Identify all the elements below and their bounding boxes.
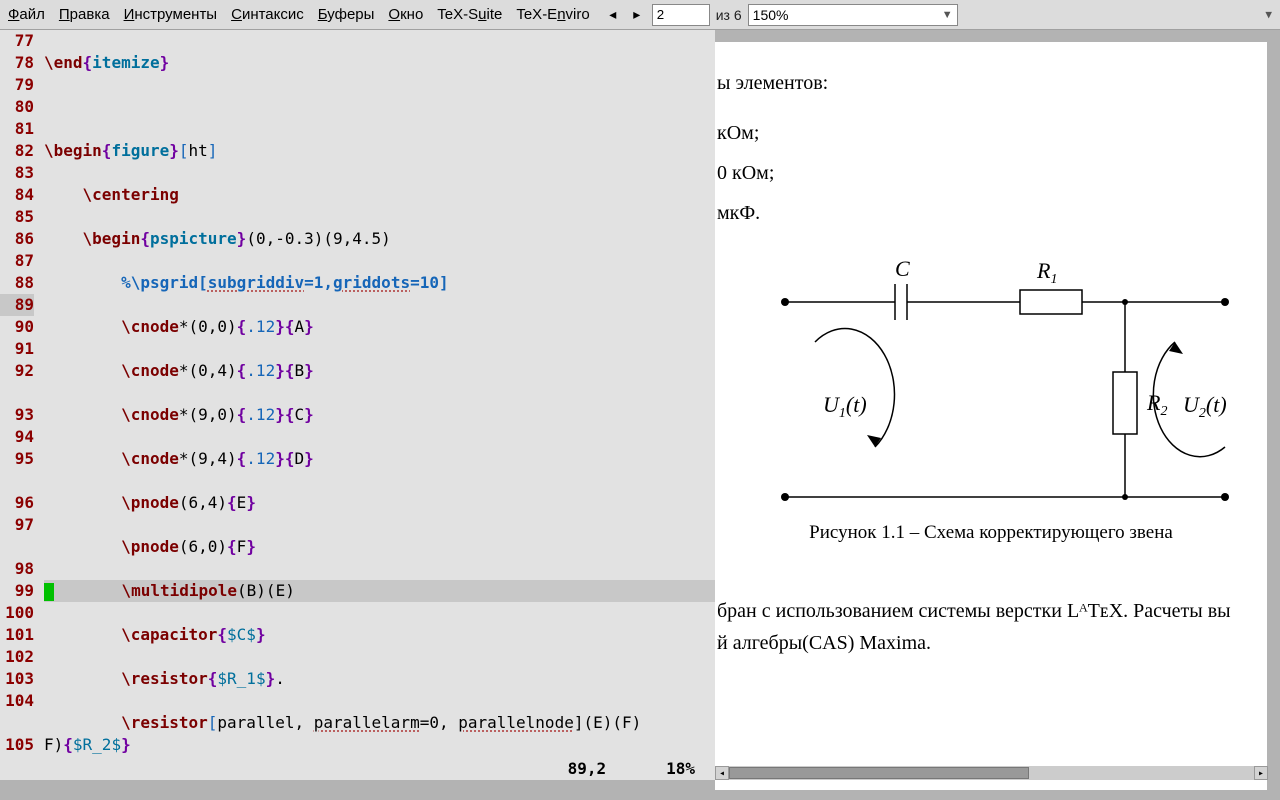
doc-text-line: ы элементов:	[717, 72, 828, 95]
menu-syntax[interactable]: Синтаксис	[231, 6, 304, 23]
pdf-zoom-value: 150%	[753, 7, 789, 23]
dropdown-icon: ▼	[942, 9, 953, 21]
pdf-zoom-select[interactable]: 150% ▼	[748, 4, 958, 26]
pdf-prev-icon[interactable]: ◂	[604, 6, 622, 24]
line-gutter: 7778798081828384858687888990919293949596…	[0, 30, 38, 756]
scroll-right-icon[interactable]: ▸	[1254, 766, 1268, 780]
svg-text:R2: R2	[1146, 390, 1167, 419]
menu-file[interactable]: Файл	[8, 6, 45, 23]
doc-text-line: 0 кОм;	[717, 162, 774, 185]
horizontal-scrollbar[interactable]: ◂ ▸	[715, 766, 1268, 780]
top-toolbar: Файл Правка Инструменты Синтаксис Буферы…	[0, 0, 1280, 30]
svg-text:U2(t): U2(t)	[1183, 392, 1227, 421]
doc-text-line: й алгебры(CAS) Maxima.	[717, 632, 931, 655]
pdf-page-input[interactable]	[652, 4, 710, 26]
circuit-diagram: C R1 R2 U1(t) U2(t)	[775, 252, 1235, 512]
menu-edit[interactable]: Правка	[59, 6, 110, 23]
code-area[interactable]: \end{itemize} \begin{figure}[ht] \center…	[44, 30, 715, 780]
menubar: Файл Правка Инструменты Синтаксис Буферы…	[0, 6, 598, 23]
cursor-position: 89,2	[568, 758, 607, 780]
scrollbar-thumb[interactable]	[729, 767, 1029, 779]
scroll-left-icon[interactable]: ◂	[715, 766, 729, 780]
pdf-page: ы элементов: кОм; 0 кОм; мкФ.	[715, 42, 1267, 790]
figure-caption: Рисунок 1.1 – Схема корректирующего звен…	[715, 522, 1267, 544]
menu-tools[interactable]: Инструменты	[124, 6, 218, 23]
overflow-icon[interactable]: ▼	[1265, 8, 1272, 21]
editor-pane[interactable]: 7778798081828384858687888990919293949596…	[0, 30, 715, 780]
menu-texenv[interactable]: TeX-Enviro	[516, 6, 589, 23]
menu-texsuite[interactable]: TeX-Suite	[437, 6, 502, 23]
menu-buffers[interactable]: Буферы	[318, 6, 375, 23]
svg-text:R1: R1	[1036, 258, 1057, 287]
pdf-of-label: из 6	[716, 7, 742, 23]
svg-text:U1(t): U1(t)	[823, 392, 867, 421]
editor-status-bar: 89,2 18%	[0, 758, 715, 780]
svg-text:C: C	[895, 256, 910, 281]
text-cursor	[44, 583, 54, 601]
pdf-toolbar: ◂ ▸ из 6 150% ▼	[604, 4, 958, 26]
doc-text-line: бран с использованием системы верстки Lᴬ…	[717, 600, 1231, 623]
pdf-preview-pane[interactable]: ы элементов: кОм; 0 кОм; мкФ.	[715, 30, 1280, 780]
doc-text-line: мкФ.	[717, 202, 760, 225]
scroll-percent: 18%	[666, 758, 695, 780]
menu-window[interactable]: Окно	[388, 6, 423, 23]
doc-text-line: кОм;	[717, 122, 759, 145]
pdf-next-icon[interactable]: ▸	[628, 6, 646, 24]
